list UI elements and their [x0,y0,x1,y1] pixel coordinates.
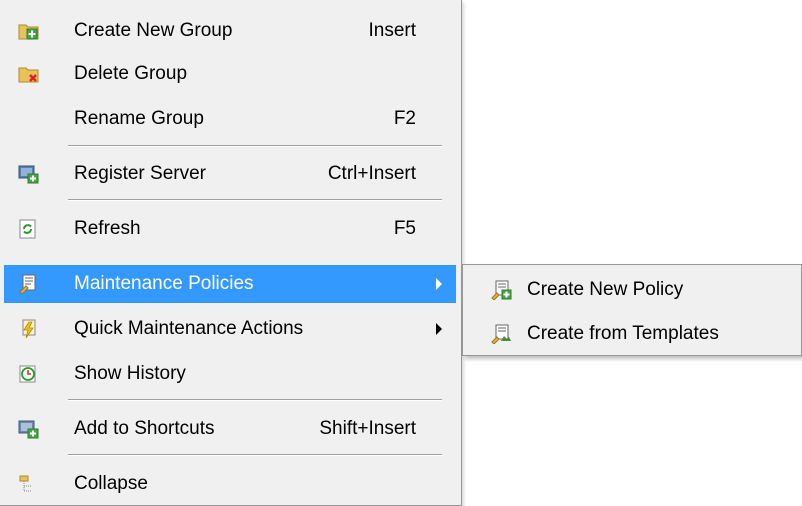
shortcut-add-icon [18,419,39,439]
menu-item-add-to-shortcuts[interactable]: Add to Shortcuts Shift+Insert [4,410,456,448]
menu-separator [68,399,442,401]
context-menu: Create New Group Insert Delete Group Ren… [0,0,462,506]
template-policy-icon [491,324,511,345]
menu-item-shortcut: Insert [368,20,416,41]
submenu-item-create-from-templates[interactable]: Create from Templates [467,315,799,353]
menu-item-label: Add to Shortcuts [74,418,215,439]
menu-item-shortcut: F5 [393,218,416,239]
menu-item-label: Collapse [74,473,148,494]
menu-item-refresh[interactable]: Refresh F5 [4,210,456,248]
submenu-maintenance-policies: Create New Policy Create from Templates [462,264,802,356]
menu-item-maintenance-policies[interactable]: Maintenance Policies [4,265,456,303]
menu-item-delete-group[interactable]: Delete Group [4,55,456,93]
policy-icon [18,274,38,295]
menu-separator [68,454,442,456]
menu-item-create-new-group[interactable]: Create New Group Insert [4,12,456,50]
menu-item-label: Create New Group [74,20,233,41]
refresh-icon [18,219,38,239]
menu-item-label: Delete Group [74,63,188,84]
menu-item-label: Refresh [74,218,141,239]
submenu-item-create-new-policy[interactable]: Create New Policy [467,271,799,309]
history-icon [18,364,38,384]
folder-delete-icon [18,64,39,84]
menu-item-shortcut: Shift+Insert [319,418,416,439]
quick-actions-icon [18,319,38,339]
menu-item-quick-maintenance-actions[interactable]: Quick Maintenance Actions [4,310,456,348]
collapse-tree-icon [18,474,38,494]
menu-item-label: Register Server [74,163,206,184]
folder-add-icon [18,21,39,41]
submenu-arrow-icon [436,323,442,335]
menu-item-label: Rename Group [74,108,204,129]
menu-separator [68,145,442,147]
policy-add-icon [491,280,512,301]
submenu-item-label: Create New Policy [527,279,684,300]
menu-item-collapse[interactable]: Collapse [4,465,456,503]
menu-item-label: Quick Maintenance Actions [74,318,304,339]
menu-item-show-history[interactable]: Show History [4,355,456,393]
menu-item-register-server[interactable]: Register Server Ctrl+Insert [4,155,456,193]
menu-item-shortcut: F2 [393,108,416,129]
submenu-arrow-icon [436,278,442,290]
menu-item-shortcut: Ctrl+Insert [327,163,416,184]
menu-item-label: Show History [74,363,186,384]
submenu-item-label: Create from Templates [527,323,719,344]
menu-item-rename-group[interactable]: Rename Group F2 [4,100,456,138]
menu-separator [68,199,442,201]
menu-item-label: Maintenance Policies [74,273,254,294]
server-add-icon [18,164,39,184]
